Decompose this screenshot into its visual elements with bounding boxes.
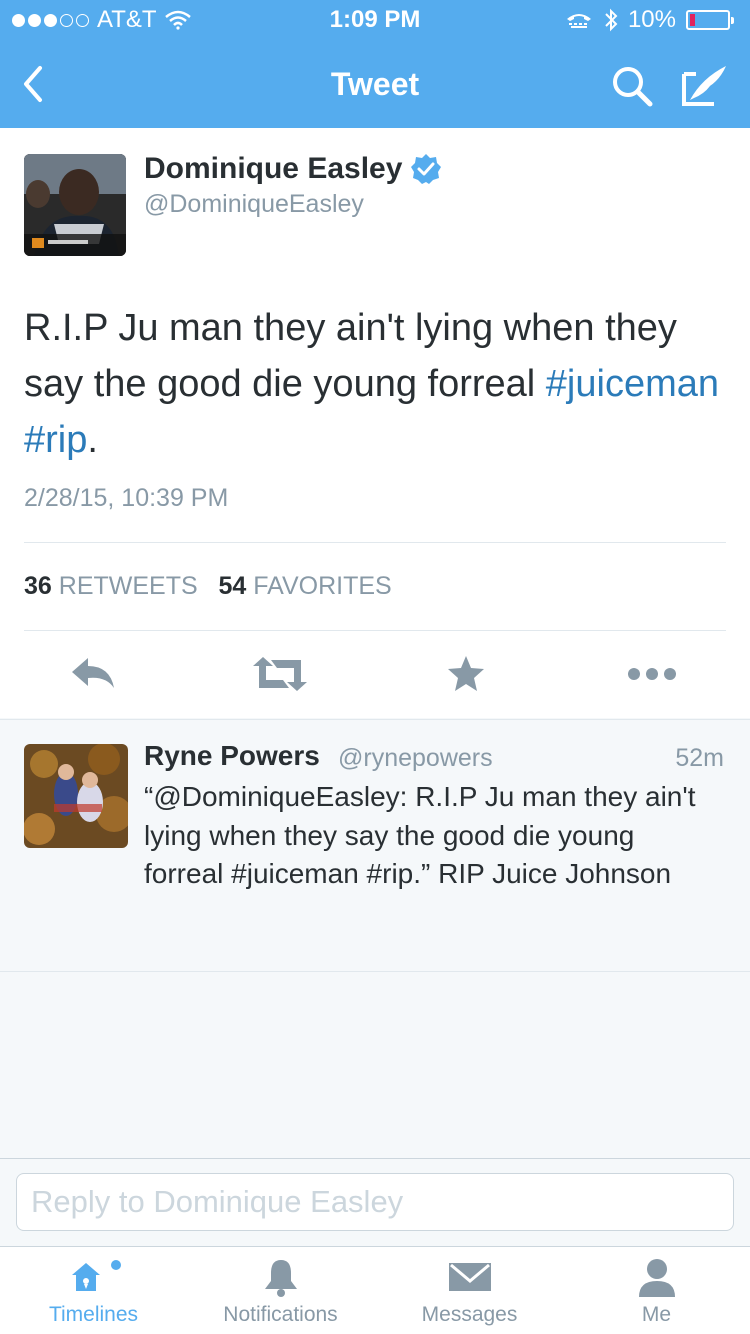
tab-label: Messages: [421, 1303, 518, 1326]
retweets-label: RETWEETS: [58, 572, 198, 600]
favorite-button[interactable]: [436, 648, 496, 700]
status-bar: AT&T 1:09 PM 10%: [0, 0, 750, 40]
tab-label: Notifications: [223, 1303, 338, 1326]
tab-timelines[interactable]: Timelines: [0, 1247, 187, 1334]
reply-author-handle[interactable]: @rynepowers: [338, 744, 493, 773]
tab-bar: Timelines Notifications Messages Me: [0, 1246, 750, 1334]
reply-tweet[interactable]: Ryne Powers @rynepowers 52m “@DominiqueE…: [0, 719, 750, 972]
hashtag-link[interactable]: #juiceman: [546, 363, 719, 405]
reply-author-name[interactable]: Ryne Powers: [144, 740, 320, 772]
favorites-count: 54: [218, 572, 247, 600]
reply-bar: [0, 1158, 750, 1246]
hashtag-link[interactable]: #rip: [24, 419, 87, 461]
reply-timestamp: 52m: [675, 744, 724, 772]
tab-messages[interactable]: Messages: [376, 1247, 563, 1334]
author-name-text: Dominique Easley: [144, 152, 403, 185]
favorites-label: FAVORITES: [253, 572, 392, 600]
tab-label: Me: [641, 1303, 672, 1326]
author-avatar[interactable]: [24, 154, 126, 256]
verified-badge-icon: [411, 154, 442, 184]
divider: [24, 542, 726, 543]
home-icon: [71, 1260, 121, 1291]
divider: [24, 630, 726, 631]
author-handle[interactable]: @DominiqueEasley: [144, 190, 364, 219]
avatar-photo: [24, 154, 126, 256]
tweet-stats: 36 RETWEETS 54 FAVORITES: [24, 572, 392, 601]
bluetooth-icon: [605, 8, 618, 32]
reply-author-avatar[interactable]: [24, 744, 128, 848]
battery-icon: [686, 10, 734, 30]
tty-icon: [566, 14, 591, 28]
main-tweet: Dominique Easley @DominiqueEasley R.I.P …: [0, 128, 750, 718]
tab-notifications[interactable]: Notifications: [187, 1247, 374, 1334]
tweet-date: 2/28/15, 10:39 PM: [24, 484, 229, 512]
tweet-text: R.I.P Ju man they ain't lying when they …: [24, 300, 734, 468]
tweet-actions: [0, 648, 750, 704]
retweets-count: 36: [24, 572, 52, 600]
avatar-photo: [24, 744, 128, 848]
star-icon: [448, 656, 484, 691]
reply-input[interactable]: [16, 1173, 734, 1231]
bell-icon: [264, 1260, 297, 1297]
retweet-button[interactable]: [250, 648, 310, 700]
nav-bar: Tweet: [0, 44, 750, 128]
retweet-icon: [253, 657, 307, 691]
reply-icon: [72, 658, 114, 688]
favorites-stat[interactable]: 54 FAVORITES: [219, 572, 392, 600]
author-name[interactable]: Dominique Easley: [144, 152, 442, 186]
battery-percent: 10%: [627, 6, 676, 33]
search-icon[interactable]: [608, 62, 656, 110]
tweet-text-end: .: [87, 419, 98, 461]
retweets-stat[interactable]: 36 RETWEETS: [24, 572, 198, 600]
tab-label: Timelines: [48, 1303, 139, 1326]
compose-tweet-icon[interactable]: [680, 60, 730, 110]
reply-tweet-text: “@DominiqueEasley: R.I.P Ju man they ain…: [144, 781, 696, 889]
more-options-button[interactable]: [622, 648, 682, 700]
more-icon: [628, 668, 676, 680]
person-icon: [638, 1259, 675, 1297]
header-bar: AT&T 1:09 PM 10% Tweet: [0, 0, 750, 128]
reply-button[interactable]: [64, 648, 124, 700]
tab-me[interactable]: Me: [563, 1247, 750, 1334]
envelope-icon: [448, 1263, 491, 1291]
